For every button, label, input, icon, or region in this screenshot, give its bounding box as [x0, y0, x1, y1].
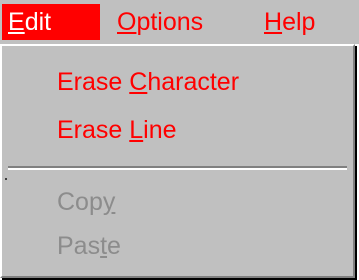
menu-help-label-rest: elp	[282, 8, 316, 36]
menu-edit[interactable]: Edit	[2, 4, 100, 40]
erase-line-mnemonic: L	[129, 116, 144, 144]
menu-options-label-rest: ptions	[136, 8, 204, 36]
menu-item-erase-line[interactable]: Erase Line	[57, 112, 177, 148]
paste-post: e	[107, 232, 121, 260]
stray-pixel-dot	[5, 178, 7, 180]
erase-line-pre: Erase	[57, 116, 130, 144]
menu-separator	[8, 166, 347, 170]
erase-character-pre: Erase	[57, 68, 130, 96]
erase-character-mnemonic: C	[129, 68, 148, 96]
copy-mnemonic: y	[102, 188, 116, 216]
menu-item-copy[interactable]: Copy	[57, 184, 115, 220]
menu-help-mnemonic: H	[264, 8, 283, 36]
menu-edit-label-rest: dit	[24, 8, 52, 36]
menu-item-erase-character[interactable]: Erase Character	[57, 64, 239, 100]
menu-help[interactable]: Help	[258, 4, 321, 40]
menu-bar: Edit Options Help	[0, 0, 359, 44]
erase-line-post: ine	[143, 116, 177, 144]
menu-options[interactable]: Options	[111, 4, 209, 40]
paste-pre: Pas	[57, 232, 101, 260]
erase-character-post: haracter	[147, 68, 240, 96]
menu-options-mnemonic: O	[117, 8, 137, 36]
edit-dropdown-menu: Erase Character Erase Line Copy Paste	[0, 44, 355, 278]
paste-mnemonic: t	[100, 232, 108, 260]
copy-pre: Cop	[57, 188, 103, 216]
menu-edit-mnemonic: E	[8, 8, 25, 36]
menu-item-paste[interactable]: Paste	[57, 228, 121, 264]
